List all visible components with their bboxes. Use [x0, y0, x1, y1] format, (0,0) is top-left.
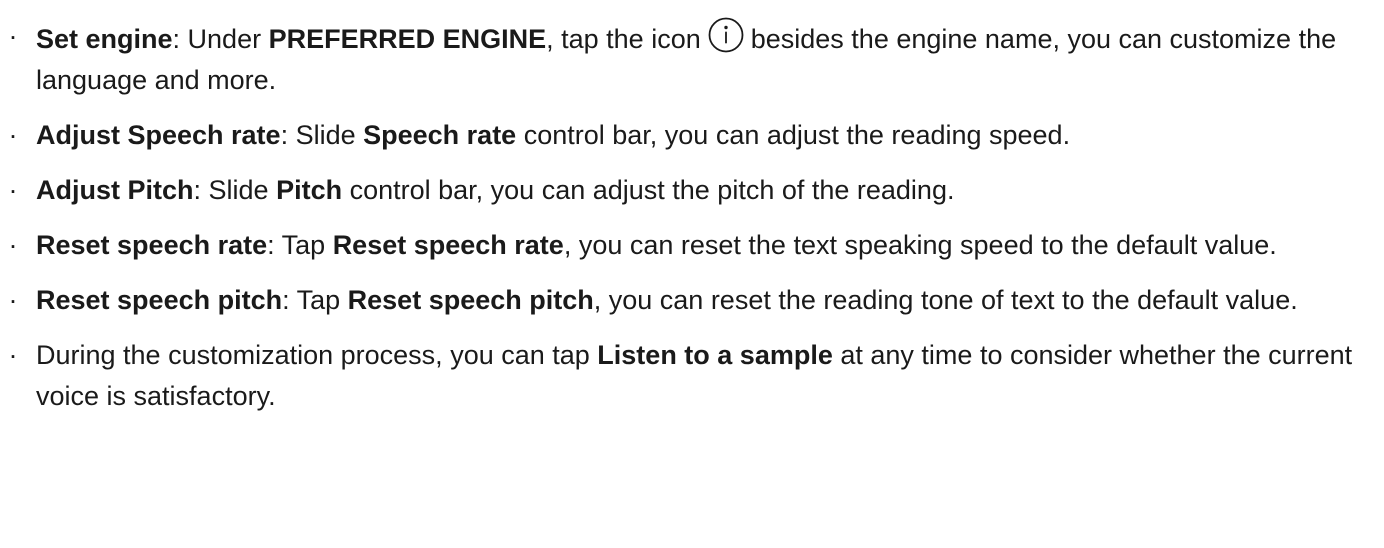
item-term: Set engine: [36, 24, 173, 54]
bullet-point: ·: [8, 230, 18, 260]
list-item-reset-speech-pitch: · Reset speech pitch: Tap Reset speech p…: [0, 280, 1364, 321]
item-emphasis: PREFERRED ENGINE: [268, 24, 547, 54]
item-emphasis: Speech rate: [363, 120, 517, 150]
item-term: Adjust Pitch: [36, 175, 194, 205]
list-item-adjust-speech-rate: · Adjust Speech rate: Slide Speech rate …: [0, 115, 1364, 156]
item-emphasis: Listen to a sample: [597, 340, 833, 370]
item-text: , tap the icon: [546, 24, 701, 54]
item-text: During the customization process, you ca…: [36, 340, 598, 370]
item-text: : Tap: [267, 230, 333, 260]
item-text: , you can reset the text speaking speed …: [563, 230, 1277, 260]
item-text: : Slide: [193, 175, 277, 205]
list-item-adjust-pitch: · Adjust Pitch: Slide Pitch control bar,…: [0, 170, 1364, 211]
feature-list: · Set engine: Under PREFERRED ENGINE, ta…: [0, 16, 1364, 417]
item-text: control bar, you can adjust the reading …: [516, 120, 1071, 150]
item-emphasis: Reset speech pitch: [347, 285, 594, 315]
item-text: : Under: [172, 24, 269, 54]
item-term: Reset speech pitch: [36, 285, 283, 315]
item-term: Reset speech rate: [36, 230, 268, 260]
item-emphasis: Reset speech rate: [332, 230, 564, 260]
item-text: , you can reset the reading tone of text…: [593, 285, 1298, 315]
bullet-point: ·: [8, 340, 18, 370]
bullet-point: ·: [8, 120, 18, 150]
list-item-listen-sample: · During the customization process, you …: [0, 335, 1364, 417]
item-text: : Tap: [282, 285, 348, 315]
bullet-point: ·: [8, 175, 18, 205]
bullet-point: ·: [8, 285, 18, 315]
item-emphasis: Pitch: [276, 175, 343, 205]
bullet-point: ·: [8, 21, 18, 51]
item-term: Adjust Speech rate: [36, 120, 281, 150]
list-item-reset-speech-rate: · Reset speech rate: Tap Reset speech ra…: [0, 225, 1364, 266]
info-icon: [707, 16, 745, 54]
document-body: · Set engine: Under PREFERRED ENGINE, ta…: [0, 0, 1384, 548]
list-item-set-engine: · Set engine: Under PREFERRED ENGINE, ta…: [0, 16, 1364, 101]
item-text: control bar, you can adjust the pitch of…: [342, 175, 955, 205]
item-text: : Slide: [280, 120, 364, 150]
